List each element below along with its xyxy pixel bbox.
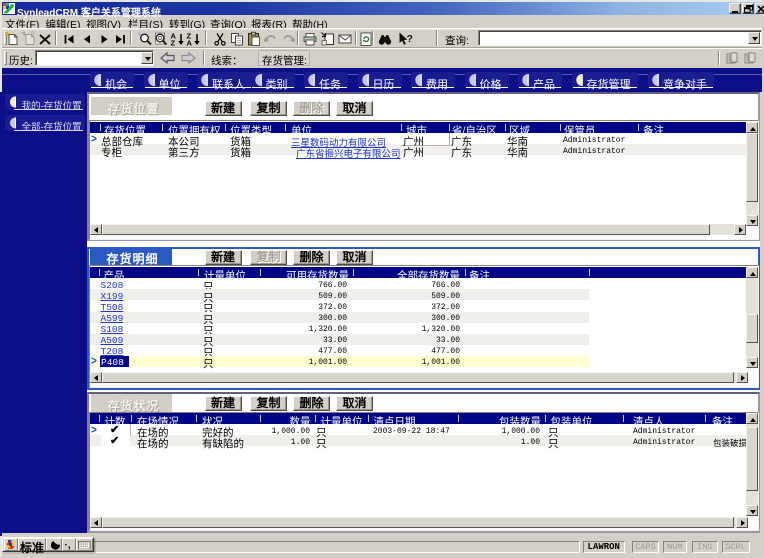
svg-text:?: ? xyxy=(407,33,413,45)
svg-text:A: A xyxy=(187,39,193,48)
svg-text:Z: Z xyxy=(171,39,176,48)
svg-text:?: ? xyxy=(31,31,35,38)
